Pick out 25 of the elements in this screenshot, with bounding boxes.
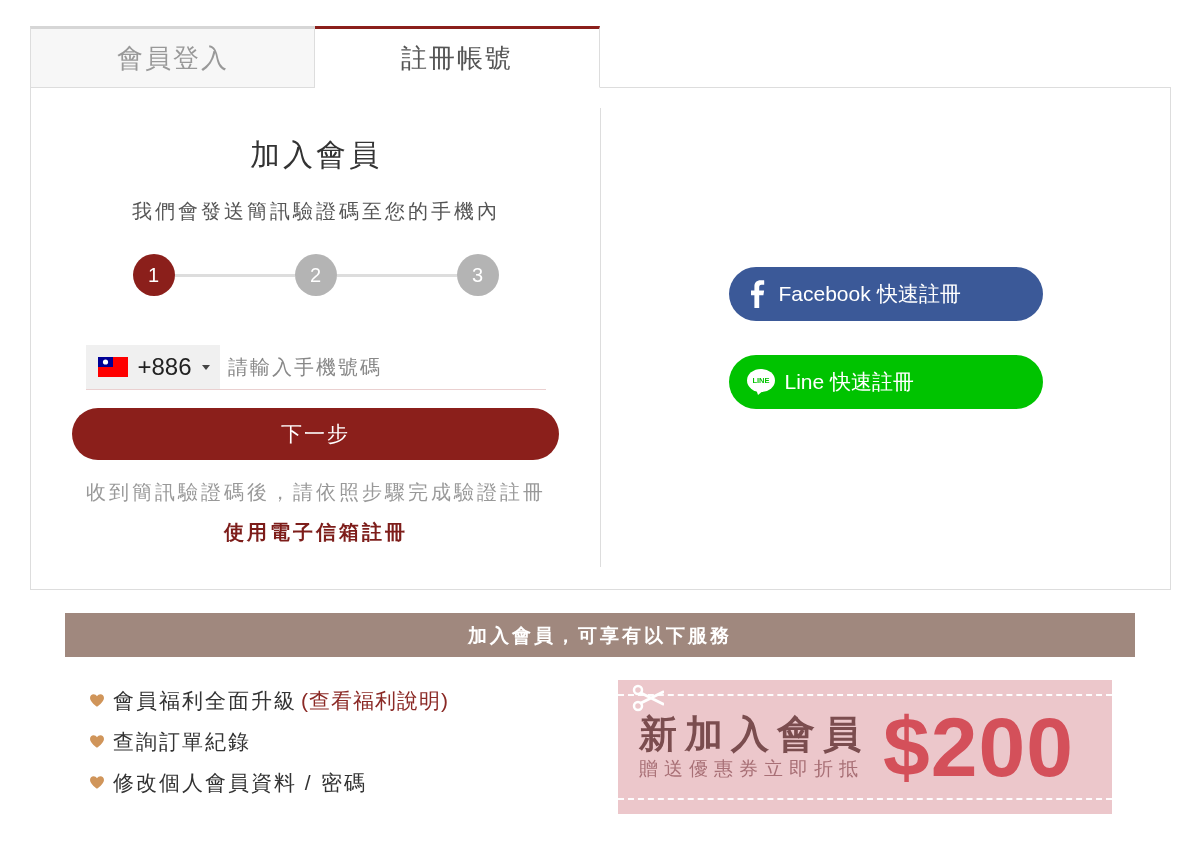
hint-text: 收到簡訊驗證碼後，請依照步驟完成驗證註冊	[85, 480, 546, 505]
heart-icon	[90, 694, 104, 707]
email-register-link[interactable]: 使用電子信箱註冊	[223, 518, 408, 546]
benefits-heading: 加入會員，可享有以下服務	[468, 625, 732, 645]
step-indicator: 3	[456, 254, 499, 296]
benefit-text: 查詢訂單紀錄	[113, 728, 251, 755]
caret-icon	[201, 364, 210, 370]
benefit-details-link[interactable]: (查看福利說明)	[301, 688, 449, 712]
heart-icon	[90, 735, 104, 748]
flag-icon	[97, 357, 128, 377]
signup-subtitle: 我們會發送簡訊驗證碼至您的手機內	[131, 199, 500, 224]
coupon-amount: $200	[883, 705, 1074, 789]
coupon-title: 新加入會員	[639, 712, 869, 756]
benefit-text: 修改個人會員資料 / 密碼	[113, 769, 367, 796]
tab[interactable]: 註冊帳號	[315, 26, 600, 88]
step-indicator: 1	[132, 254, 175, 296]
benefit-text: 會員福利全面升級 (查看福利說明)	[113, 687, 449, 714]
step-indicator: 2	[294, 254, 337, 296]
next-button[interactable]: 下一步	[72, 408, 559, 460]
facebook-logo-icon	[750, 279, 765, 308]
signup-title: 加入會員	[249, 137, 382, 173]
country-code-select[interactable]: +886	[85, 345, 220, 390]
facebook-signup-button[interactable]: Facebook 快速註冊	[728, 266, 1043, 321]
coupon-subtitle: 贈送優惠券立即折抵	[639, 757, 865, 781]
heart-icon	[90, 776, 104, 789]
